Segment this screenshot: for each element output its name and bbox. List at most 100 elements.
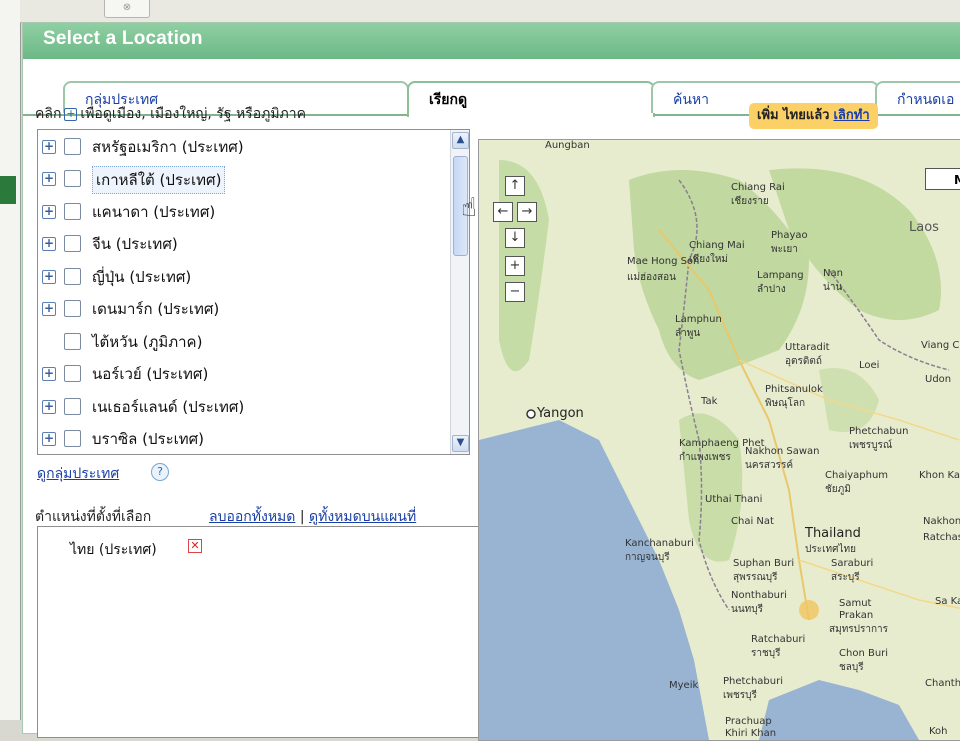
tab-browse[interactable]: เรียกดู bbox=[407, 81, 655, 117]
map-label: Samut bbox=[839, 598, 872, 609]
location-checkbox[interactable] bbox=[64, 138, 81, 155]
map-label: Khiri Khan bbox=[725, 728, 777, 739]
location-checkbox[interactable] bbox=[64, 235, 81, 252]
pan-left-icon[interactable]: ← bbox=[493, 202, 513, 222]
list-item[interactable]: + ญี่ปุ่น (ประเทศ) bbox=[42, 264, 432, 290]
scroll-up-icon[interactable]: ▲ bbox=[452, 132, 469, 149]
map-type-button[interactable]: Map bbox=[925, 168, 960, 190]
link-separator: | bbox=[299, 509, 305, 525]
map-label: Yangon bbox=[537, 406, 584, 421]
location-checkbox[interactable] bbox=[64, 203, 81, 220]
location-label[interactable]: ไต้หวัน (ภูมิภาค) bbox=[92, 329, 202, 355]
location-label[interactable]: แคนาดา (ประเทศ) bbox=[92, 199, 215, 225]
map-label: Nakhon Sawan bbox=[745, 446, 820, 457]
map-label: Suphan Buri bbox=[733, 558, 795, 569]
pan-down-icon[interactable]: ↓ bbox=[505, 228, 525, 248]
map-label: แม่ฮ่องสอน bbox=[627, 272, 676, 283]
select-location-dialog: Select a Location กลุ่มประเทศ เรียกดู ค้… bbox=[22, 22, 960, 741]
list-item[interactable]: + เดนมาร์ก (ประเทศ) bbox=[42, 296, 432, 322]
browse-hint: คลิก + เพื่อดูเมือง, เมืองใหญ่, รัฐ หรือภู… bbox=[35, 103, 306, 125]
map-label: เชียงใหม่ bbox=[689, 254, 729, 265]
selected-location: ไทย (ประเทศ) bbox=[70, 542, 157, 558]
undo-link[interactable]: เลิกทำ bbox=[833, 108, 869, 123]
list-item[interactable]: + เนเธอร์แลนด์ (ประเทศ) bbox=[42, 394, 432, 420]
location-label[interactable]: เนเธอร์แลนด์ (ประเทศ) bbox=[92, 394, 244, 420]
map-label: ลำปาง bbox=[757, 284, 786, 295]
map-label: Chai Nat bbox=[731, 516, 774, 527]
location-checkbox[interactable] bbox=[64, 365, 81, 382]
pan-right-icon[interactable]: → bbox=[517, 202, 537, 222]
expand-icon[interactable]: + bbox=[42, 302, 56, 316]
expand-icon[interactable]: + bbox=[42, 270, 56, 284]
location-checkbox[interactable] bbox=[64, 300, 81, 317]
location-checkbox[interactable] bbox=[64, 333, 81, 350]
expand-icon[interactable]: + bbox=[42, 432, 56, 446]
added-notification: เพิ่ม ไทยแล้ว เลิกทำ bbox=[749, 103, 878, 129]
scroll-down-icon[interactable]: ▼ bbox=[452, 435, 469, 452]
map-view[interactable]: ↑ ← → ↓ + − Map Aungban Chiang Rai เชียง… bbox=[478, 139, 960, 741]
map-label: พิษณุโลก bbox=[765, 398, 806, 409]
map-label: Chiang Mai bbox=[689, 240, 745, 251]
map-label: เพชรบูรณ์ bbox=[849, 440, 893, 451]
remove-all-link[interactable]: ลบออกทั้งหมด bbox=[209, 509, 295, 525]
browser-toolbar: ⊗ bbox=[20, 0, 960, 23]
map-label: Chon Buri bbox=[839, 648, 889, 659]
expand-icon[interactable]: + bbox=[42, 400, 56, 414]
remove-icon[interactable]: ✕ bbox=[188, 539, 202, 553]
map-label: Khon Kae bbox=[919, 470, 960, 481]
dialog-titlebar: Select a Location bbox=[23, 23, 960, 59]
location-label[interactable]: ญี่ปุ่น (ประเทศ) bbox=[92, 264, 191, 290]
view-all-on-map-link[interactable]: ดูทั้งหมดบนแผนที่ bbox=[309, 509, 416, 525]
location-label[interactable]: เดนมาร์ก (ประเทศ) bbox=[92, 296, 219, 322]
list-item[interactable]: + นอร์เวย์ (ประเทศ) bbox=[42, 361, 432, 387]
tab-custom[interactable]: กำหนดเอ bbox=[875, 81, 960, 113]
map-label: Thailand bbox=[805, 526, 861, 541]
expand-icon[interactable]: + bbox=[42, 140, 56, 154]
list-item[interactable]: ไต้หวัน (ภูมิภาค) bbox=[42, 329, 432, 355]
location-label[interactable]: สหรัฐอเมริกา (ประเทศ) bbox=[92, 134, 244, 160]
map-label: Lamphun bbox=[675, 314, 722, 325]
map-label: Uthai Thani bbox=[705, 494, 763, 505]
pan-up-icon[interactable]: ↑ bbox=[505, 176, 525, 196]
map-label: Ratchaburi bbox=[751, 634, 806, 645]
list-item[interactable]: + จีน (ประเทศ) bbox=[42, 231, 432, 257]
location-list[interactable]: + สหรัฐอเมริกา (ประเทศ) + เกาหลีใต้ (ประเท… bbox=[37, 129, 470, 455]
expand-icon: + bbox=[64, 107, 78, 121]
expand-icon[interactable]: + bbox=[42, 172, 56, 186]
location-label[interactable]: จีน (ประเทศ) bbox=[92, 231, 178, 257]
location-checkbox[interactable] bbox=[64, 398, 81, 415]
zoom-out-icon[interactable]: − bbox=[505, 282, 525, 302]
location-label[interactable]: นอร์เวย์ (ประเทศ) bbox=[92, 361, 208, 387]
location-label[interactable]: เกาหลีใต้ (ประเทศ) bbox=[92, 166, 226, 194]
map-label: Loei bbox=[859, 360, 880, 371]
list-scrollbar[interactable]: ▲ ▼ bbox=[450, 130, 469, 454]
map-label: Uttaradit bbox=[785, 342, 830, 353]
expand-icon[interactable]: + bbox=[42, 237, 56, 251]
map-label: Phayao bbox=[771, 230, 808, 241]
help-icon[interactable]: ? bbox=[151, 463, 169, 481]
map-label: Saraburi bbox=[831, 558, 874, 569]
list-item[interactable]: + แคนาดา (ประเทศ) bbox=[42, 199, 432, 225]
location-checkbox[interactable] bbox=[64, 430, 81, 447]
added-text: เพิ่ม ไทยแล้ว bbox=[757, 108, 830, 123]
map-label: เชียงราย bbox=[731, 196, 769, 207]
map-label: สระบุรี bbox=[831, 572, 860, 583]
map-label: ชัยภูมิ bbox=[825, 484, 851, 495]
location-checkbox[interactable] bbox=[64, 268, 81, 285]
expand-icon[interactable]: + bbox=[42, 367, 56, 381]
expand-icon[interactable]: + bbox=[42, 205, 56, 219]
list-item[interactable]: + บราซิล (ประเทศ) bbox=[42, 426, 432, 452]
list-item[interactable]: + เกาหลีใต้ (ประเทศ) bbox=[42, 166, 432, 194]
toolbar-button[interactable]: ⊗ bbox=[104, 0, 150, 18]
zoom-in-icon[interactable]: + bbox=[505, 256, 525, 276]
view-country-groups-link[interactable]: ดูกลุ่มประเทศ bbox=[37, 463, 119, 485]
list-item[interactable]: + สหรัฐอเมริกา (ประเทศ) bbox=[42, 134, 432, 160]
map-label: Viang Chan bbox=[921, 340, 960, 351]
location-label[interactable]: บราซิล (ประเทศ) bbox=[92, 426, 204, 452]
map-label: อุตรดิตถ์ bbox=[785, 356, 822, 367]
map-label: Chaiyaphum bbox=[825, 470, 889, 481]
location-checkbox[interactable] bbox=[64, 170, 81, 187]
map-label: กาญจนบุรี bbox=[625, 552, 670, 563]
map-label: Koh bbox=[929, 726, 948, 737]
window-edge bbox=[0, 0, 21, 720]
